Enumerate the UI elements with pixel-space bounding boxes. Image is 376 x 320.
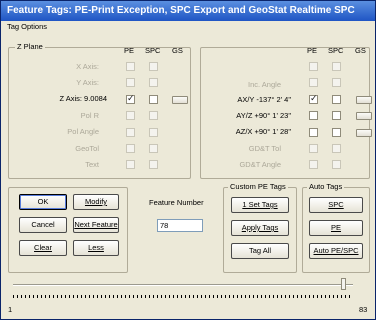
clear-label: Clear (34, 243, 52, 252)
less-button[interactable]: Less (73, 240, 119, 256)
feature-tags-dialog: Feature Tags: PE-Print Exception, SPC Ex… (0, 0, 376, 320)
cancel-button[interactable]: Cancel (19, 217, 67, 233)
ok-button[interactable]: OK (19, 194, 67, 210)
left-spc-checkbox-z[interactable] (149, 95, 158, 104)
left-spc-checkbox-pol-angle[interactable] (149, 128, 158, 137)
tag-all-button[interactable]: Tag All (231, 243, 289, 259)
left-pe-checkbox-pol-angle[interactable] (126, 128, 135, 137)
left-gs-button-z[interactable] (172, 96, 188, 104)
row-label-text: Text (85, 160, 99, 169)
left-pe-checkbox-text[interactable] (126, 160, 135, 169)
window-title: Feature Tags: PE-Print Exception, SPC Ex… (1, 1, 375, 21)
left-col-gs: GS (172, 46, 183, 55)
right-col-spc: SPC (328, 46, 344, 55)
left-spc-checkbox-geotol[interactable] (149, 144, 158, 153)
feature-slider-track[interactable] (13, 284, 353, 286)
right-pe-checkbox-ay-z[interactable] (309, 111, 318, 120)
row-label-z-axis: Z Axis: 9.0084 (59, 94, 107, 103)
left-pe-checkbox-x[interactable] (126, 62, 135, 71)
feature-number-label: Feature Number (149, 198, 204, 207)
right-spc-checkbox-ax-y[interactable] (332, 95, 341, 104)
apply-tags-label: Apply Tags (241, 223, 279, 232)
left-spc-checkbox-text[interactable] (149, 160, 158, 169)
left-spc-checkbox-pol-r[interactable] (149, 111, 158, 120)
right-pe-checkbox-gdt-tol[interactable] (309, 144, 318, 153)
menu-bar: Tag Options (1, 21, 375, 33)
row-label-inc-angle: Inc. Angle (248, 80, 281, 89)
clear-button[interactable]: Clear (19, 240, 67, 256)
right-col-pe: PE (307, 46, 318, 55)
right-gs-button-ax-y[interactable] (356, 96, 372, 104)
auto-pe-spc-button[interactable]: Auto PE/SPC (309, 243, 363, 259)
right-pe-checkbox-ax-y[interactable] (309, 93, 318, 104)
slider-max-label: 83 (359, 305, 368, 314)
row-label-pol-angle: Pol Angle (67, 127, 99, 136)
row-label-y-axis: Y Axis: (76, 78, 99, 87)
z-plane-title: Z Plane (15, 42, 45, 51)
right-spc-checkbox-gdt-angle[interactable] (332, 160, 341, 169)
row-label-gdt-angle: GD&T Angle (239, 160, 281, 169)
left-col-spc: SPC (145, 46, 161, 55)
left-pe-checkbox-pol-r[interactable] (126, 111, 135, 120)
right-spc-checkbox-1[interactable] (332, 62, 341, 71)
row-label-az-x: AZ/X +90° 1' 28" (235, 127, 291, 136)
right-gs-button-az-x[interactable] (356, 129, 372, 137)
auto-tags-title: Auto Tags (307, 182, 345, 191)
right-spc-checkbox-az-x[interactable] (332, 128, 341, 137)
right-gs-button-ay-z[interactable] (356, 112, 372, 120)
row-label-x-axis: X Axis: (76, 62, 99, 71)
apply-tags-button[interactable]: Apply Tags (231, 220, 289, 236)
modify-label: Modify (84, 197, 108, 206)
right-spc-checkbox-2[interactable] (332, 78, 341, 87)
row-label-geotol: GeoTol (75, 144, 99, 153)
row-label-pol-r: Pol R (80, 111, 99, 120)
next-feature-button[interactable]: Next Feature (73, 217, 119, 233)
set-tags-button[interactable]: 1 Set Tags (231, 197, 289, 213)
set-tags-label: 1 Set Tags (242, 200, 278, 209)
next-feature-label: Next Feature (74, 220, 118, 229)
slider-min-label: 1 (8, 305, 13, 314)
custom-pe-tags-title: Custom PE Tags (228, 182, 288, 191)
slider-ticks (13, 295, 353, 298)
row-label-ay-z: AY/Z +90° 1' 23" (236, 111, 291, 120)
left-spc-checkbox-x[interactable] (149, 62, 158, 71)
right-pe-checkbox-2[interactable] (309, 78, 318, 87)
feature-slider-thumb[interactable] (341, 278, 347, 290)
right-col-gs: GS (355, 46, 366, 55)
pe-label: PE (330, 223, 341, 232)
left-pe-checkbox-y[interactable] (126, 78, 135, 87)
right-spc-checkbox-ay-z[interactable] (332, 111, 341, 120)
less-label: Less (88, 243, 104, 252)
spc-label: SPC (328, 200, 344, 209)
menu-tag-options[interactable]: Tag Options (7, 22, 47, 31)
left-spc-checkbox-y[interactable] (149, 78, 158, 87)
right-pe-checkbox-1[interactable] (309, 62, 318, 71)
right-spc-checkbox-gdt-tol[interactable] (332, 144, 341, 153)
feature-number-input[interactable]: 78 (157, 219, 203, 232)
spc-button[interactable]: SPC (309, 197, 363, 213)
modify-button[interactable]: Modify (73, 194, 119, 210)
right-pe-checkbox-gdt-angle[interactable] (309, 160, 318, 169)
auto-pe-spc-label: Auto PE/SPC (313, 246, 359, 255)
left-col-pe: PE (124, 46, 135, 55)
row-label-ax-y: AX/Y -137° 2' 4" (237, 95, 291, 104)
pe-button[interactable]: PE (309, 220, 363, 236)
left-pe-checkbox-geotol[interactable] (126, 144, 135, 153)
right-pe-checkbox-az-x[interactable] (309, 128, 318, 137)
left-pe-checkbox-z[interactable] (126, 93, 135, 104)
row-label-gdt-tol: GD&T Tol (248, 144, 281, 153)
